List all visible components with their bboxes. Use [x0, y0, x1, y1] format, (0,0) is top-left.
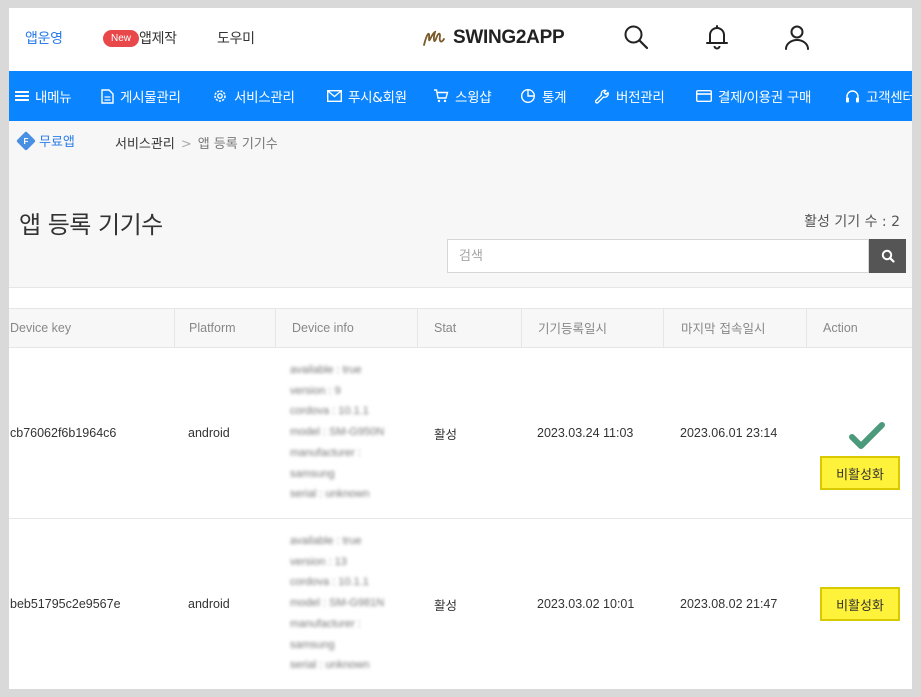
nav-item-my-menu[interactable]: 내메뉴	[15, 71, 72, 121]
logo-mark-icon	[423, 30, 445, 46]
column-header-last-access: 마지막 접속일시	[664, 309, 807, 348]
top-header: 앱운영 New 앱제작 도우미 SWING2APP	[9, 8, 912, 71]
page-title: 앱 등록 기기수	[19, 211, 163, 239]
breadcrumb-separator: >	[180, 137, 192, 152]
menu-icon	[15, 91, 29, 101]
device-info: available : true version : 13 cordova : …	[290, 535, 385, 672]
nav-item-services[interactable]: 서비스관리	[212, 71, 295, 121]
stat: 활성	[434, 426, 458, 442]
gear-icon	[214, 90, 226, 102]
device-table: Device key Platform Device info Stat 기기등…	[9, 308, 912, 689]
top-link-app-operation[interactable]: 앱운영	[25, 28, 63, 48]
search-input[interactable]	[447, 239, 869, 273]
nav-item-push-members[interactable]: 푸시&회원	[327, 71, 407, 121]
cart-icon	[434, 89, 449, 103]
device-info: available : true version : 9 cordova : 1…	[290, 364, 385, 501]
deactivate-button[interactable]: 비활성화	[820, 587, 900, 621]
headset-icon	[846, 89, 859, 102]
stat: 활성	[434, 597, 458, 613]
wrench-icon	[595, 89, 609, 104]
device-key: beb51795c2e9567e	[10, 597, 121, 611]
nav-item-posts[interactable]: 게시물관리	[101, 71, 181, 121]
nav-item-label: 버전관리	[616, 90, 665, 106]
bell-icon[interactable]	[702, 22, 732, 52]
nav-item-label: 푸시&회원	[348, 90, 407, 106]
breadcrumb-free-app[interactable]: F 무료앱	[16, 130, 75, 151]
user-icon[interactable]	[782, 22, 812, 52]
breadcrumb-current: 앱 등록 기기수	[197, 137, 278, 152]
nav-item-label: 통계	[542, 90, 567, 106]
last-access-date: 2023.06.01 23:14	[680, 426, 778, 440]
table-row: cb76062f6b1964c6 android available : tru…	[9, 348, 912, 519]
table-row: beb51795c2e9567e android available : tru…	[9, 519, 912, 689]
card-icon	[696, 90, 712, 102]
nav-item-version[interactable]: 버전관리	[595, 71, 665, 121]
main-nav: 내메뉴 게시물관리 서비스관리 푸시&회원 스윙샵 통계 버전관리 결제/이용권…	[9, 71, 912, 121]
search-icon	[881, 249, 895, 263]
nav-item-label: 내메뉴	[35, 90, 72, 106]
registered-date: 2023.03.24 11:03	[537, 426, 634, 440]
nav-item-payment[interactable]: 결제/이용권 구매	[696, 71, 811, 121]
table-header: Device key Platform Device info Stat 기기등…	[9, 308, 912, 348]
nav-item-label: 결제/이용권 구매	[718, 90, 812, 106]
platform: android	[188, 426, 230, 440]
pie-icon	[520, 88, 536, 104]
breadcrumb-free-label: 무료앱	[39, 135, 75, 150]
column-header-action: Action	[823, 321, 858, 335]
column-header-device-key: Device key	[9, 309, 175, 348]
column-header-platform: Platform	[175, 309, 276, 348]
nav-item-statistics[interactable]: 통계	[520, 71, 567, 121]
column-header-stat: Stat	[418, 309, 522, 348]
app-window: 앱운영 New 앱제작 도우미 SWING2APP 내메뉴 게시물관리 서비스관…	[9, 8, 912, 689]
column-header-device-info: Device info	[276, 309, 418, 348]
logo-text: SWING2APP	[453, 27, 565, 48]
new-badge: New	[103, 30, 139, 47]
top-link-help[interactable]: 도우미	[217, 28, 255, 48]
mail-icon	[327, 90, 342, 102]
platform: android	[188, 597, 230, 611]
nav-item-label: 서비스관리	[234, 90, 295, 106]
nav-item-customer-center[interactable]: 고객센터	[845, 71, 912, 121]
last-access-date: 2023.08.02 21:47	[680, 597, 778, 611]
deactivate-button[interactable]: 비활성화	[820, 456, 900, 490]
registered-date: 2023.03.02 10:01	[537, 597, 635, 611]
search-icon[interactable]	[621, 22, 651, 52]
nav-item-swing-shop[interactable]: 스윙샵	[433, 71, 492, 121]
breadcrumb-path: 서비스관리 > 앱 등록 기기수	[115, 133, 278, 152]
logo[interactable]: SWING2APP	[421, 24, 565, 52]
search-button[interactable]	[869, 239, 906, 273]
title-area: 앱 등록 기기수 활성 기기 수 : 2	[9, 163, 912, 288]
nav-item-label: 고객센터	[866, 90, 912, 106]
breadcrumb-section[interactable]: 서비스관리	[115, 137, 175, 152]
breadcrumb: F 무료앱 서비스관리 > 앱 등록 기기수	[9, 121, 912, 163]
active-device-count: 활성 기기 수 : 2	[804, 214, 900, 230]
nav-item-label: 게시물관리	[120, 90, 181, 106]
top-link-app-make[interactable]: 앱제작	[139, 28, 177, 48]
document-icon	[101, 88, 114, 104]
check-icon	[849, 422, 885, 449]
free-badge-icon: F	[16, 130, 36, 151]
device-key: cb76062f6b1964c6	[10, 426, 117, 440]
column-header-registered: 기기등록일시	[522, 309, 664, 348]
nav-item-label: 스윙샵	[455, 90, 492, 106]
